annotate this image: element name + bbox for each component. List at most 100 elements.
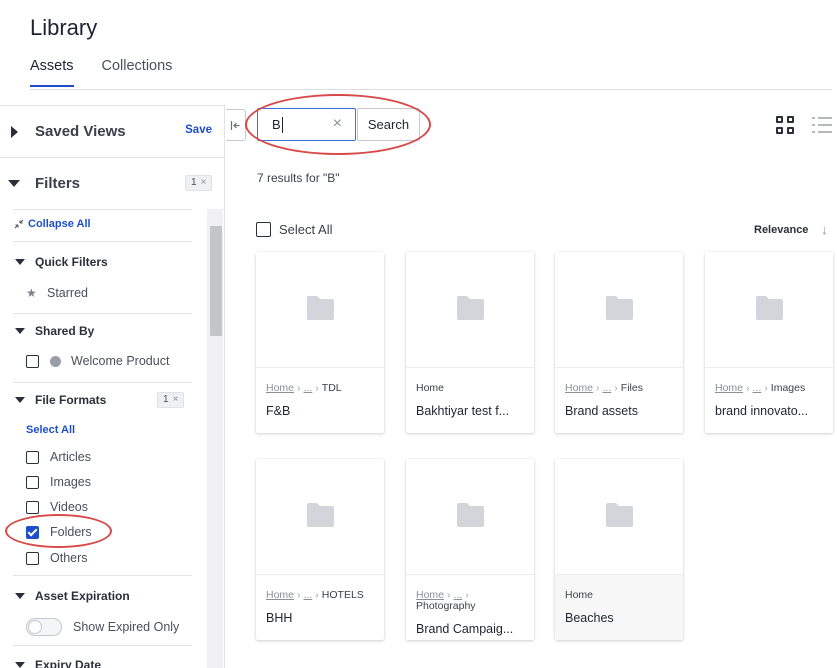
breadcrumb-link[interactable]: Home <box>266 382 294 394</box>
breadcrumb-link[interactable]: Home <box>565 382 593 394</box>
file-formats-count-badge[interactable]: 1 × <box>157 392 185 408</box>
asset-card[interactable]: Home ›... › TDL F&B <box>256 252 384 433</box>
asset-name[interactable]: Brand assets <box>565 404 675 418</box>
grid-view-icon[interactable] <box>776 116 794 134</box>
asset-card[interactable]: Home Beaches <box>555 459 683 640</box>
format-option-images[interactable]: Images <box>26 475 91 489</box>
others-label: Others <box>50 551 88 565</box>
select-all-assets[interactable]: Select All <box>256 222 332 237</box>
breadcrumb-current: HOTELS <box>321 589 364 601</box>
folder-icon <box>307 503 334 527</box>
collapse-filters-icon[interactable] <box>8 180 20 187</box>
format-option-folders[interactable]: Folders <box>26 525 92 539</box>
sort-dropdown[interactable]: Relevance <box>754 224 808 236</box>
quick-filters-title[interactable]: Quick Filters <box>35 255 108 269</box>
asset-info: Home ›... › HOTELS BHH <box>256 574 384 640</box>
asset-thumbnail[interactable] <box>256 252 384 367</box>
asset-thumbnail[interactable] <box>555 459 683 574</box>
page-title: Library <box>30 15 98 40</box>
collapse-all-button[interactable]: Collapse All <box>14 218 91 230</box>
asset-thumbnail[interactable] <box>705 252 833 367</box>
show-expired-toggle-row[interactable]: Show Expired Only <box>26 618 179 636</box>
tab-assets[interactable]: Assets <box>30 58 74 87</box>
sort-direction-icon[interactable]: ↓ <box>821 222 828 237</box>
asset-info: Home ›... › TDL F&B <box>256 367 384 433</box>
asset-expiration-title[interactable]: Asset Expiration <box>35 589 130 603</box>
collapse-file-formats-icon[interactable] <box>15 397 25 403</box>
starred-label: Starred <box>47 286 88 300</box>
asset-name[interactable]: Beaches <box>565 611 675 625</box>
asset-breadcrumb: Home ›... › Images <box>715 382 805 394</box>
filters-count-badge[interactable]: 1 × <box>185 175 213 191</box>
clear-search-icon[interactable]: × <box>333 115 342 133</box>
select-all-formats-link[interactable]: Select All <box>26 424 75 436</box>
asset-breadcrumb: Home ›... › Files <box>565 382 643 394</box>
images-label: Images <box>50 475 91 489</box>
collapse-sidebar-button[interactable] <box>226 109 246 141</box>
save-view-button[interactable]: Save <box>185 124 212 136</box>
asset-name[interactable]: BHH <box>266 611 376 625</box>
asset-name[interactable]: F&B <box>266 404 376 418</box>
folder-icon <box>457 503 484 527</box>
star-icon: ★ <box>26 286 37 300</box>
starred-filter[interactable]: ★ Starred <box>26 286 88 300</box>
expand-saved-views-icon[interactable] <box>11 126 18 138</box>
show-expired-toggle[interactable] <box>26 618 62 636</box>
videos-label: Videos <box>50 500 88 514</box>
asset-card[interactable]: Home ›... › Files Brand assets <box>555 252 683 433</box>
breadcrumb-separator-icon: › <box>596 382 600 394</box>
breadcrumb-link[interactable]: Home <box>715 382 743 394</box>
file-formats-count: 1 <box>163 394 169 405</box>
breadcrumb-link[interactable]: Home <box>266 589 294 601</box>
shared-by-option[interactable]: Welcome Product <box>26 354 169 368</box>
breadcrumb-current: Photography <box>416 600 476 612</box>
tab-collections[interactable]: Collections <box>102 58 173 87</box>
breadcrumb-current: Images <box>770 382 806 394</box>
asset-thumbnail[interactable] <box>406 459 534 574</box>
format-option-videos[interactable]: Videos <box>26 500 88 514</box>
collapse-quick-filters-icon[interactable] <box>15 259 25 265</box>
toggle-knob <box>28 620 42 634</box>
images-checkbox[interactable] <box>26 475 39 489</box>
collapse-shared-by-icon[interactable] <box>15 328 25 334</box>
collapse-asset-expiration-icon[interactable] <box>15 593 25 599</box>
articles-checkbox[interactable] <box>26 450 39 464</box>
sidebar-scrollbar-thumb[interactable] <box>210 226 222 336</box>
clear-file-formats-icon[interactable]: × <box>173 394 179 405</box>
clear-filters-icon[interactable]: × <box>201 177 207 188</box>
format-option-others[interactable]: Others <box>26 551 88 565</box>
breadcrumb-separator-icon: › <box>614 382 618 394</box>
asset-name[interactable]: Bakhtiyar test f... <box>416 404 526 418</box>
format-option-articles[interactable]: Articles <box>26 450 91 464</box>
list-view-icon[interactable] <box>812 116 832 134</box>
asset-card[interactable]: Home Bakhtiyar test f... <box>406 252 534 433</box>
breadcrumb-link[interactable]: ... <box>603 382 612 394</box>
asset-thumbnail[interactable] <box>406 252 534 367</box>
asset-name[interactable]: brand innovato... <box>715 404 825 418</box>
shared-by-checkbox[interactable] <box>26 354 39 368</box>
search-input[interactable]: B <box>272 117 281 132</box>
divider <box>13 241 192 242</box>
asset-thumbnail[interactable] <box>555 252 683 367</box>
others-checkbox[interactable] <box>26 551 39 565</box>
asset-card[interactable]: Home ›... › HOTELS BHH <box>256 459 384 640</box>
breadcrumb-link[interactable]: ... <box>304 382 313 394</box>
collapse-expiry-date-icon[interactable] <box>15 662 25 668</box>
asset-card[interactable]: Home ›... › Photography Brand Campaig... <box>406 459 534 640</box>
asset-name[interactable]: Brand Campaig... <box>416 622 526 636</box>
filters-section-header[interactable]: Filters 1 × <box>0 158 224 209</box>
file-formats-title[interactable]: File Formats <box>35 393 106 407</box>
videos-checkbox[interactable] <box>26 500 39 514</box>
saved-views-section[interactable]: Saved Views Save <box>0 106 224 158</box>
search-button[interactable]: Search <box>357 108 420 141</box>
select-all-checkbox[interactable] <box>256 222 271 237</box>
breadcrumb-link[interactable]: ... <box>753 382 762 394</box>
shared-by-title[interactable]: Shared By <box>35 324 94 338</box>
shared-by-label: Welcome Product <box>71 354 170 368</box>
expiry-date-title[interactable]: Expiry Date <box>35 658 101 668</box>
asset-thumbnail[interactable] <box>256 459 384 574</box>
folders-checkbox[interactable] <box>26 525 39 539</box>
search-field[interactable]: B × <box>257 108 356 141</box>
breadcrumb-link[interactable]: ... <box>304 589 313 601</box>
asset-card[interactable]: Home ›... › Images brand innovato... <box>705 252 833 433</box>
